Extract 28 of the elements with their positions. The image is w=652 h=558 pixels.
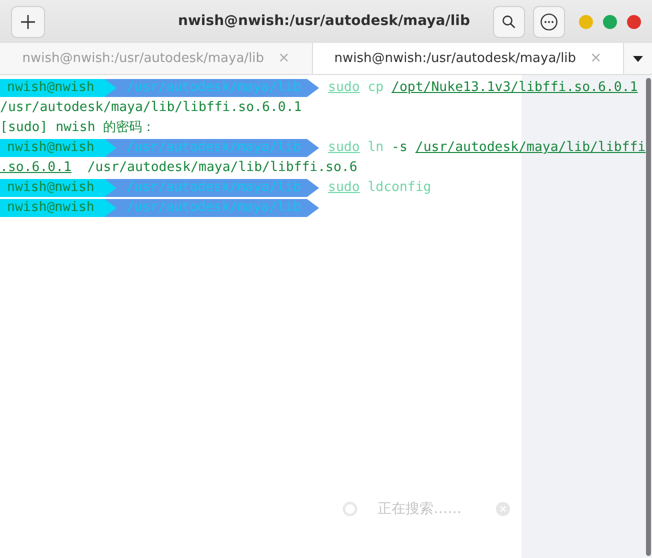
- more-icon: [540, 12, 558, 30]
- maximize-button[interactable]: [603, 14, 617, 28]
- new-tab-button[interactable]: [11, 6, 45, 38]
- dropdown-icon[interactable]: [633, 56, 643, 62]
- scrollbar-thumb[interactable]: [646, 78, 652, 556]
- command-text: [sudo] nwish 的密码：: [0, 119, 156, 138]
- command-text: sudo ldconfig: [328, 179, 432, 198]
- window-title: nwish@nwish:/usr/autodesk/maya/lib: [178, 12, 470, 31]
- tab-close-icon[interactable]: ×: [590, 48, 602, 69]
- search-icon: [502, 14, 516, 28]
- toast-text: 正在搜索……: [378, 500, 463, 518]
- menu-button[interactable]: [533, 6, 565, 38]
- tab-close-icon[interactable]: ×: [278, 48, 290, 69]
- tab-label: nwish@nwish:/usr/autodesk/maya/lib: [334, 50, 576, 68]
- prompt-path: /usr/autodesk/maya/lib: [104, 139, 320, 157]
- prompt-path: /usr/autodesk/maya/lib: [104, 179, 320, 197]
- close-button[interactable]: [627, 14, 641, 28]
- command-text: /usr/autodesk/maya/lib/libffi.so.6.0.1: [0, 99, 302, 118]
- plus-icon: [20, 14, 36, 30]
- prompt-path: /usr/autodesk/maya/lib: [104, 79, 320, 97]
- command-text: sudo cp /opt/Nuke13.1v3/libffi.so.6.0.1: [328, 79, 638, 98]
- tab-label: nwish@nwish:/usr/autodesk/maya/lib: [22, 50, 264, 68]
- command-text: sudo ln -s /usr/autodesk/maya/lib/libffi: [328, 139, 646, 158]
- prompt-path: /usr/autodesk/maya/lib: [104, 199, 320, 217]
- search-button[interactable]: [493, 6, 525, 38]
- terminal-tab[interactable]: nwish@nwish:/usr/autodesk/maya/lib ×: [0, 43, 312, 74]
- command-text: .so.6.0.1 /usr/autodesk/maya/lib/libffi.so.6: [0, 159, 358, 178]
- terminal-tab[interactable]: nwish@nwish:/usr/autodesk/maya/lib ×: [312, 43, 624, 74]
